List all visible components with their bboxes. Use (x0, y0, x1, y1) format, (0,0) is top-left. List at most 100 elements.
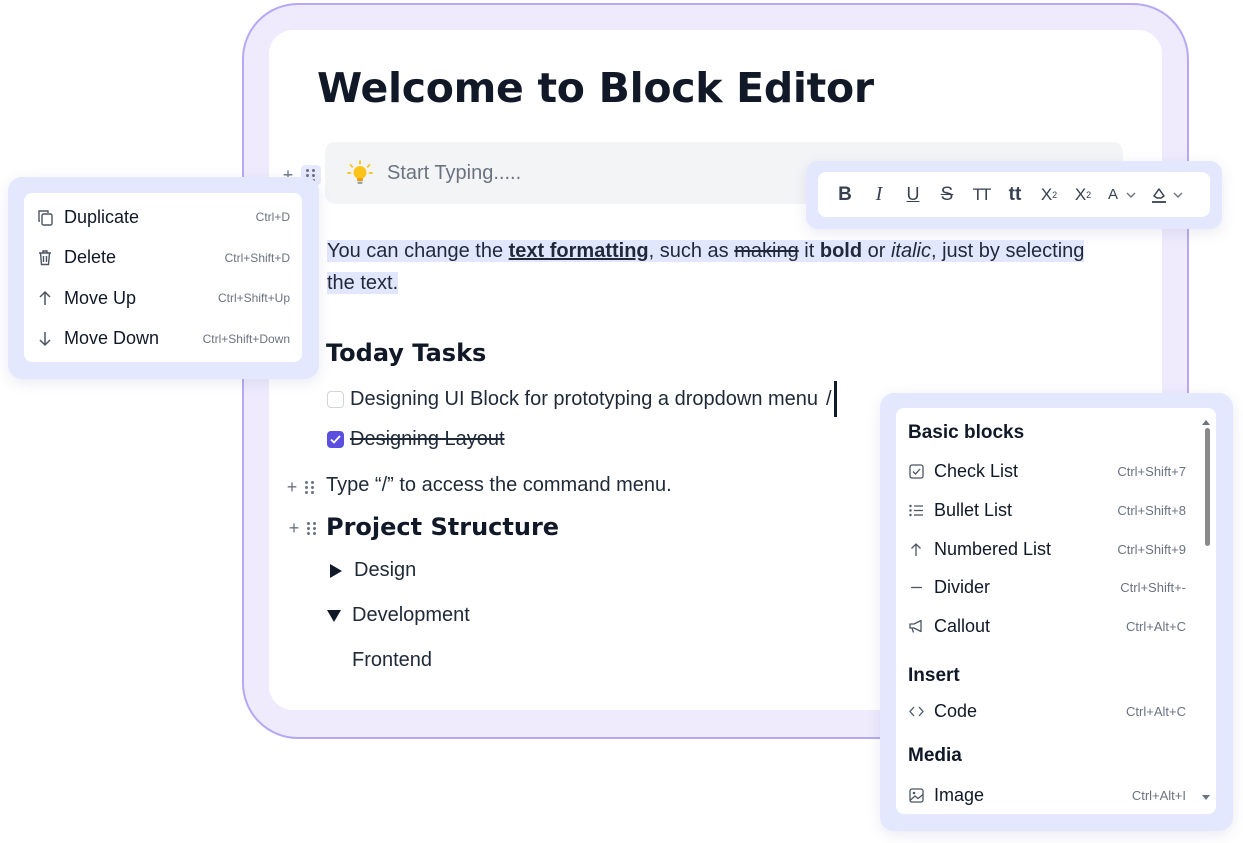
strikethrough-text: making (734, 240, 799, 262)
superscript-icon: X (1040, 184, 1053, 204)
superscript-button[interactable]: X2 (1032, 178, 1066, 212)
command-item-code[interactable]: Code Ctrl+Alt+C (908, 699, 1186, 723)
menu-item-shortcut: Ctrl+D (255, 210, 290, 225)
text-color-icon: A (1107, 186, 1118, 203)
command-item-check-list[interactable]: Check List Ctrl+Shift+7 (908, 459, 1186, 483)
strikethrough-button[interactable]: S (930, 178, 964, 212)
formatted-paragraph[interactable]: You can change the text formatting, such… (327, 235, 1097, 299)
menu-item-move-down[interactable]: Move Down Ctrl+Shift+Down (36, 319, 290, 360)
command-item-label: Numbered List (934, 538, 1052, 559)
menu-item-shortcut: Ctrl+Shift+D (224, 250, 290, 265)
add-block-icon[interactable]: + (285, 478, 299, 496)
slash-text: / (826, 387, 832, 410)
arrow-up-icon (36, 289, 54, 307)
page-title[interactable]: Welcome to Block Editor (317, 64, 874, 112)
paragraph-text: , such as (648, 240, 735, 262)
heading-project-structure[interactable]: Project Structure (326, 513, 559, 541)
task-checkbox[interactable] (327, 390, 344, 408)
image-icon (908, 787, 924, 803)
uppercase-icon: TT (972, 184, 992, 204)
bold-underline-text: text formatting (508, 240, 649, 262)
subscript-button[interactable]: X2 (1066, 178, 1100, 212)
divider-icon (908, 579, 924, 595)
section-insert: Insert (908, 665, 960, 686)
menu-item-delete[interactable]: Delete Ctrl+Shift+D (36, 238, 290, 279)
chevron-down-icon (1126, 192, 1136, 198)
underline-icon: U (906, 184, 920, 204)
italic-icon: I (875, 183, 883, 205)
underline-button[interactable]: U (896, 178, 930, 212)
toggle-item-development[interactable]: Development (326, 604, 470, 627)
drag-handle-icon[interactable] (307, 521, 317, 535)
task-item[interactable]: Designing UI Block for prototyping a dro… (327, 381, 837, 417)
bold-icon: B (838, 183, 852, 205)
scroll-down-icon[interactable] (1202, 795, 1210, 800)
task-label: Designing Layout (350, 428, 505, 450)
command-item-shortcut: Ctrl+Alt+C (1126, 703, 1186, 719)
task-checkbox-checked[interactable] (327, 431, 344, 448)
capitalize-button[interactable]: tt (998, 178, 1032, 212)
trash-icon (36, 249, 54, 267)
command-item-label: Bullet List (934, 499, 1013, 520)
drag-handle-icon[interactable] (305, 480, 315, 494)
command-item-shortcut: Ctrl+Alt+I (1131, 787, 1186, 803)
menu-item-duplicate[interactable]: Duplicate Ctrl+D (36, 197, 290, 238)
subscript-mark: 2 (1086, 189, 1092, 200)
arrow-up-icon (908, 541, 924, 557)
command-item-shortcut: Ctrl+Shift+7 (1117, 463, 1186, 479)
triangle-right-icon[interactable] (328, 563, 344, 579)
command-item-bullet-list[interactable]: Bullet List Ctrl+Shift+8 (908, 498, 1186, 522)
nested-item-frontend[interactable]: Frontend (352, 649, 432, 672)
text-color-button[interactable]: A (1100, 178, 1144, 212)
slash-command: / (826, 381, 837, 417)
command-item-divider[interactable]: Divider Ctrl+Shift+- (908, 575, 1186, 599)
bold-button[interactable]: B (828, 178, 862, 212)
paragraph-text: it (798, 240, 820, 262)
menu-item-shortcut: Ctrl+Shift+Up (217, 291, 290, 306)
heading-today-tasks[interactable]: Today Tasks (326, 339, 486, 367)
task-item[interactable]: Designing Layout (327, 428, 505, 451)
highlight-button[interactable] (1144, 178, 1188, 212)
command-item-callout[interactable]: Callout Ctrl+Alt+C (908, 614, 1186, 638)
code-icon (908, 703, 924, 719)
command-menu: Basic blocks Check List Ctrl+Shift+7 Bul… (896, 408, 1216, 814)
command-item-image[interactable]: Image Ctrl+Alt+I (908, 783, 1186, 807)
checkbox-icon (908, 463, 924, 479)
command-item-shortcut: Ctrl+Alt+C (1126, 618, 1186, 634)
command-item-label: Divider (934, 576, 991, 597)
text-caret (833, 381, 837, 417)
triangle-down-icon[interactable] (326, 609, 342, 623)
block-menu: Duplicate Ctrl+D Delete Ctrl+Shift+D Mov… (24, 193, 302, 362)
menu-item-move-up[interactable]: Move Up Ctrl+Shift+Up (36, 278, 290, 319)
command-item-shortcut: Ctrl+Shift+- (1120, 579, 1186, 595)
strikethrough-icon: S (940, 183, 954, 205)
superscript-mark: 2 (1052, 189, 1058, 200)
menu-item-shortcut: Ctrl+Shift+Down (202, 331, 290, 346)
section-media: Media (908, 745, 962, 766)
scrollbar-thumb[interactable] (1205, 428, 1210, 546)
block-controls: + (287, 519, 317, 537)
highlight-icon (1152, 187, 1166, 203)
italic-button[interactable]: I (862, 178, 896, 212)
list-icon (908, 502, 924, 518)
lightbulb-icon (347, 160, 373, 184)
command-hint-text[interactable]: Type “/” to access the command menu. (326, 474, 672, 497)
command-item-numbered-list[interactable]: Numbered List Ctrl+Shift+9 (908, 537, 1186, 561)
toggle-item-design[interactable]: Design (328, 559, 416, 582)
task-label: Designing UI Block for prototyping a dro… (350, 387, 819, 410)
paragraph-text: You can change the (327, 240, 509, 262)
scroll-up-icon[interactable] (1202, 420, 1210, 425)
command-item-label: Check List (934, 460, 1019, 481)
capitalize-icon: tt (1008, 183, 1022, 205)
chevron-down-icon (1173, 192, 1183, 198)
menu-item-label: Move Down (64, 328, 160, 349)
section-basic-blocks: Basic blocks (908, 422, 1025, 443)
command-item-label: Code (934, 700, 978, 721)
menu-item-label: Move Up (64, 287, 137, 308)
placeholder-text: Start Typing..... (387, 161, 522, 184)
add-block-icon[interactable]: + (287, 519, 301, 537)
bold-text: bold (819, 240, 863, 262)
paragraph-text: or (862, 240, 891, 262)
uppercase-button[interactable]: TT (964, 178, 998, 212)
menu-item-label: Duplicate (64, 206, 140, 227)
